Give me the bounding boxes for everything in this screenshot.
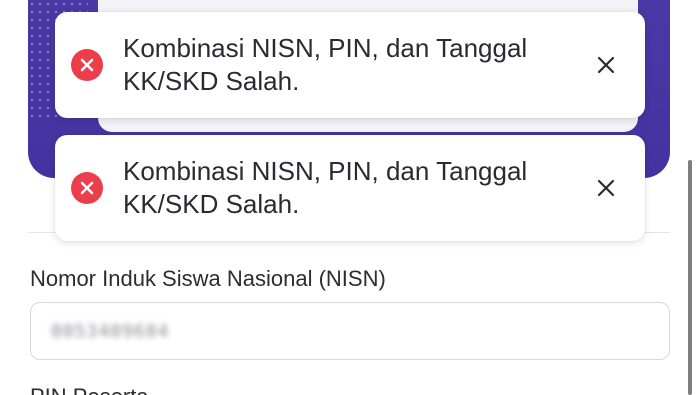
pin-label: PIN Peserta (30, 384, 149, 395)
nisn-value-redacted: 0053409684 (51, 320, 170, 342)
error-toast: Kombinasi NISN, PIN, dan Tanggal KK/SKD … (55, 135, 645, 241)
close-icon[interactable] (591, 50, 621, 80)
nisn-label: Nomor Induk Siswa Nasional (NISN) (30, 266, 386, 291)
toast-message: Kombinasi NISN, PIN, dan Tanggal KK/SKD … (123, 33, 528, 96)
close-icon[interactable] (591, 173, 621, 203)
toast-message: Kombinasi NISN, PIN, dan Tanggal KK/SKD … (123, 156, 528, 219)
error-x-icon (71, 172, 103, 204)
scrollbar[interactable] (688, 160, 692, 395)
nisn-input[interactable]: 0053409684 (30, 302, 670, 360)
error-x-icon (71, 49, 103, 81)
login-page: Kombinasi NISN, PIN, dan Tanggal KK/SKD … (0, 0, 700, 395)
error-toast: Kombinasi NISN, PIN, dan Tanggal KK/SKD … (55, 12, 645, 118)
